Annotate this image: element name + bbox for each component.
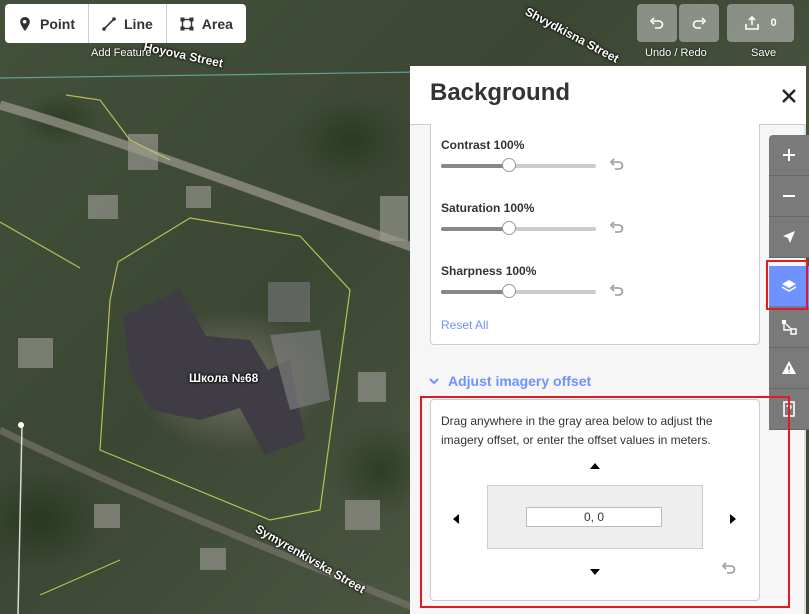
background-pane: Background Contrast 100% Saturation 100%… [410, 66, 806, 614]
help-icon [783, 401, 795, 417]
issues-icon [782, 361, 796, 374]
pane-header: Background [410, 66, 806, 125]
saturation-control: Saturation 100% [441, 201, 624, 235]
zoom-out-icon [783, 195, 795, 197]
undo-redo-group [637, 4, 719, 42]
offset-card: Drag anywhere in the gray area below to … [430, 399, 760, 601]
sharpness-label: Sharpness 100% [441, 264, 537, 278]
chevron-down-icon [429, 378, 439, 385]
sharpness-control: Sharpness 100% [441, 264, 624, 298]
zoom-in-icon [783, 149, 795, 161]
offset-section-title: Adjust imagery offset [448, 373, 592, 389]
pane-title: Background [430, 79, 571, 106]
locate-icon [783, 231, 795, 243]
undo-button[interactable] [637, 4, 677, 42]
point-icon [20, 16, 30, 31]
contrast-slider-thumb[interactable] [502, 158, 516, 172]
reset-icon[interactable] [609, 219, 625, 235]
zoom-out-button[interactable] [769, 176, 809, 217]
help-pane-button[interactable] [769, 389, 809, 430]
area-icon [180, 17, 194, 30]
reset-icon[interactable] [609, 156, 625, 172]
nudge-up-button[interactable] [590, 463, 600, 469]
add-line-button[interactable]: Line [89, 4, 167, 43]
redo-button[interactable] [679, 4, 719, 42]
add-area-label: Area [201, 15, 233, 32]
offset-instructions: Drag anywhere in the gray area below to … [441, 414, 713, 447]
save-caption: Save [751, 47, 777, 59]
offset-input[interactable] [526, 507, 662, 527]
redo-icon [692, 17, 707, 29]
contrast-slider[interactable] [441, 164, 596, 168]
offset-drag-area[interactable] [487, 485, 703, 549]
add-point-button[interactable]: Point [5, 4, 89, 43]
add-point-label: Point [40, 15, 75, 32]
issues-pane-button[interactable] [769, 348, 809, 389]
save-count: 0 [770, 17, 777, 29]
upload-icon [745, 15, 760, 30]
contrast-label: Contrast 100% [441, 138, 525, 152]
undo-redo-caption: Undo / Redo [645, 47, 707, 59]
zoom-in-button[interactable] [769, 135, 809, 176]
add-feature-toolbar: Point Line Area [5, 4, 246, 43]
map-data-icon [782, 320, 797, 335]
reset-icon[interactable] [721, 560, 737, 576]
map-data-pane-button[interactable] [769, 307, 809, 348]
display-options-card: Contrast 100% Saturation 100% Sharpness … [430, 124, 760, 345]
reset-icon[interactable] [609, 282, 625, 298]
nudge-left-button[interactable] [453, 514, 459, 524]
poi-label[interactable]: Школа №68 [189, 371, 258, 385]
save-button[interactable]: 0 [727, 4, 794, 42]
reset-all-link[interactable]: Reset All [441, 318, 488, 332]
map-controls [769, 135, 809, 430]
line-icon [102, 16, 116, 31]
geolocate-button[interactable] [769, 217, 809, 258]
saturation-slider[interactable] [441, 227, 596, 231]
close-icon[interactable] [779, 86, 799, 106]
add-area-button[interactable]: Area [167, 4, 246, 43]
nudge-right-button[interactable] [730, 514, 736, 524]
offset-section-toggle[interactable]: Adjust imagery offset [428, 373, 591, 389]
background-pane-button[interactable] [769, 266, 809, 307]
sharpness-slider-thumb[interactable] [502, 284, 516, 298]
nudge-down-button[interactable] [590, 569, 600, 575]
layers-icon [781, 280, 797, 292]
contrast-control: Contrast 100% [441, 138, 624, 172]
add-feature-caption: Add Feature [91, 47, 152, 59]
add-line-label: Line [124, 15, 153, 32]
saturation-label: Saturation 100% [441, 201, 535, 215]
sharpness-slider[interactable] [441, 290, 596, 294]
saturation-slider-thumb[interactable] [502, 221, 516, 235]
undo-icon [649, 17, 664, 29]
